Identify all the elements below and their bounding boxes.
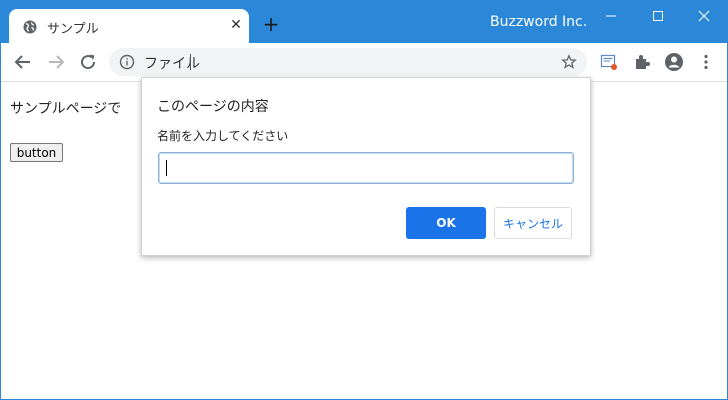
page-button[interactable]: button (10, 143, 63, 162)
address-separator (190, 54, 191, 70)
browser-window: サンプル ✕ + Buzzword Inc. ファイル サンプルページで but… (0, 0, 728, 400)
tab-title: サンプル (47, 22, 99, 37)
profile-name: Buzzword Inc. (490, 14, 588, 30)
reading-list-icon[interactable] (599, 52, 619, 72)
ok-button[interactable]: OK (406, 207, 486, 239)
dialog-message: 名前を入力してください (157, 129, 289, 143)
tab-active[interactable]: サンプル ✕ (9, 9, 249, 43)
back-arrow-icon[interactable] (12, 51, 34, 73)
reload-icon[interactable] (77, 51, 99, 73)
forward-arrow-icon[interactable] (45, 51, 67, 73)
profile-avatar-icon[interactable] (664, 52, 684, 72)
more-menu-icon[interactable] (696, 52, 716, 72)
globe-icon (23, 20, 37, 34)
cancel-button[interactable]: キャンセル (494, 207, 572, 239)
page-text: サンプルページで (10, 101, 122, 117)
window-close-icon[interactable] (681, 1, 727, 31)
text-cursor (166, 160, 167, 176)
maximize-icon[interactable] (635, 1, 681, 31)
star-icon[interactable] (561, 54, 577, 70)
extensions-icon[interactable] (632, 52, 652, 72)
prompt-dialog: このページの内容 名前を入力してください OK キャンセル (141, 77, 591, 256)
address-bar[interactable]: ファイル (109, 48, 587, 76)
info-icon[interactable] (119, 54, 135, 70)
minimize-icon[interactable] (588, 1, 634, 31)
close-icon[interactable]: ✕ (227, 16, 245, 34)
name-input[interactable] (158, 152, 574, 184)
dialog-title: このページの内容 (157, 99, 269, 115)
address-text: ファイル (144, 56, 200, 72)
title-bar: サンプル ✕ + Buzzword Inc. (1, 1, 727, 43)
plus-icon[interactable]: + (260, 13, 282, 35)
